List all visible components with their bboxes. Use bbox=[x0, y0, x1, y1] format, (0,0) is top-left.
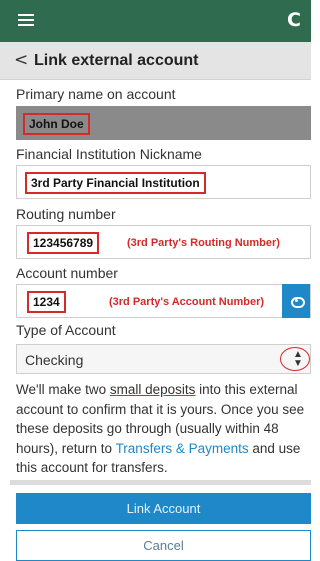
hamburger-menu-icon[interactable] bbox=[18, 14, 34, 26]
link-account-button[interactable]: Link Account bbox=[16, 493, 311, 524]
nickname-value: 3rd Party Financial Institution bbox=[25, 172, 206, 194]
annotation-circle bbox=[280, 347, 310, 371]
routing-number-field[interactable]: 123456789 (3rd Party's Routing Number) bbox=[16, 225, 311, 259]
account-number-label: Account number bbox=[16, 265, 118, 281]
account-type-label: Type of Account bbox=[16, 322, 116, 338]
routing-number-label: Routing number bbox=[16, 206, 116, 222]
divider bbox=[10, 480, 311, 485]
page-title: Link external account bbox=[34, 52, 199, 69]
info-text-part: We'll make two bbox=[16, 382, 110, 397]
primary-name-value: John Doe bbox=[23, 113, 90, 135]
nickname-label: Financial Institution Nickname bbox=[16, 146, 202, 162]
account-number-field[interactable]: 1234 (3rd Party's Account Number) bbox=[16, 284, 311, 318]
app-header: C bbox=[0, 0, 311, 42]
account-number-annotation: (3rd Party's Account Number) bbox=[109, 296, 265, 308]
transfers-payments-link[interactable]: Transfers & Payments bbox=[116, 441, 249, 456]
deposit-info-text: We'll make two small deposits into this … bbox=[16, 380, 311, 478]
account-number-value: 1234 bbox=[27, 291, 66, 313]
routing-number-annotation: (3rd Party's Routing Number) bbox=[127, 237, 280, 249]
show-account-number-eye-icon[interactable] bbox=[282, 284, 310, 318]
primary-name-field[interactable]: John Doe bbox=[16, 106, 311, 140]
back-chevron-icon[interactable]: < bbox=[14, 50, 28, 70]
small-deposits-text: small deposits bbox=[109, 382, 196, 397]
refresh-icon[interactable]: C bbox=[287, 9, 301, 31]
routing-number-value: 123456789 bbox=[27, 232, 100, 254]
cancel-button[interactable]: Cancel bbox=[16, 530, 311, 561]
primary-name-label: Primary name on account bbox=[16, 86, 176, 102]
page-header: < Link external account bbox=[0, 42, 311, 80]
account-type-select[interactable]: Checking ▲ ▼ bbox=[16, 344, 311, 374]
account-type-selected: Checking bbox=[25, 352, 84, 368]
nickname-field[interactable]: 3rd Party Financial Institution bbox=[16, 165, 311, 199]
